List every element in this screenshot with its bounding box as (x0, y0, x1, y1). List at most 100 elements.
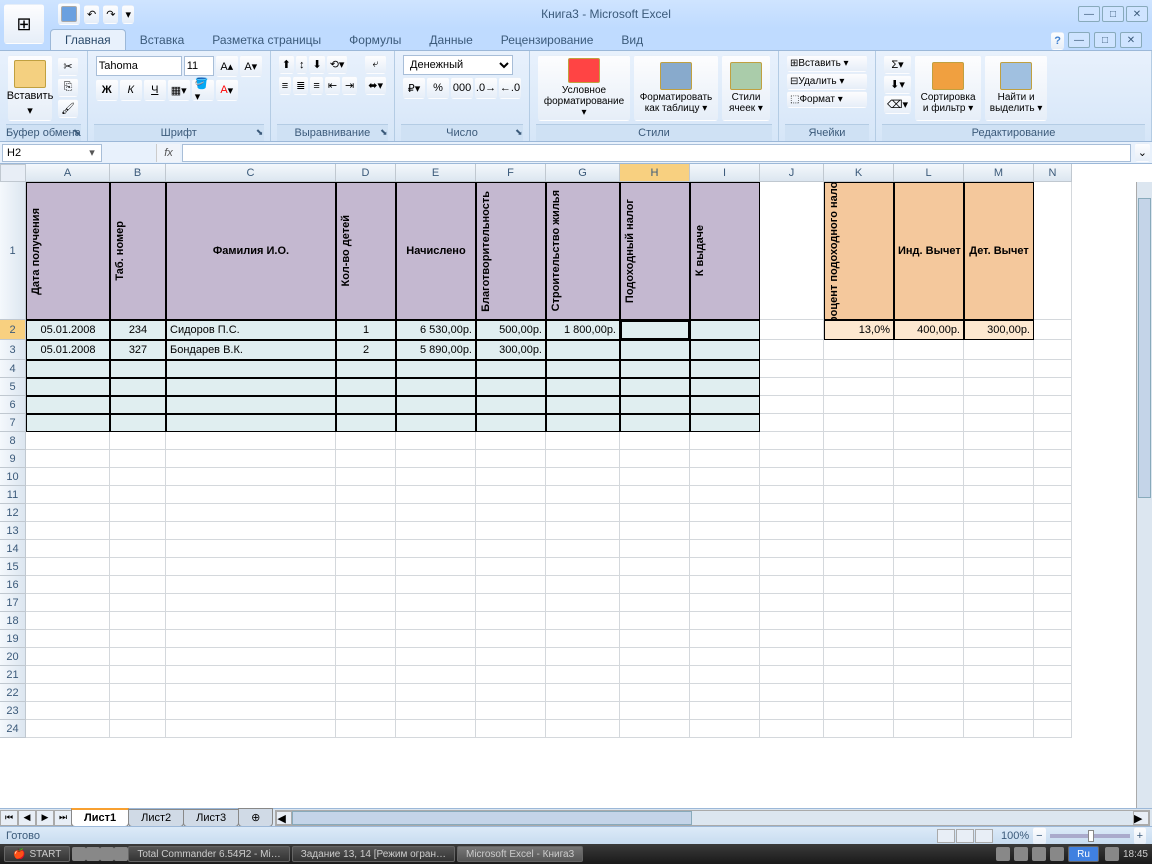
cell-C3[interactable]: Бондарев В.К. (166, 340, 336, 360)
cell-M16[interactable] (964, 576, 1034, 594)
zoom-in-button[interactable]: + (1134, 827, 1146, 845)
cell-E23[interactable] (396, 702, 476, 720)
cell-L13[interactable] (894, 522, 964, 540)
cell-M10[interactable] (964, 468, 1034, 486)
cell-A15[interactable] (26, 558, 110, 576)
cell-F22[interactable] (476, 684, 546, 702)
cell-D8[interactable] (336, 432, 396, 450)
cell-C6[interactable] (166, 396, 336, 414)
cell-A8[interactable] (26, 432, 110, 450)
cell-D7[interactable] (336, 414, 396, 432)
cell-C10[interactable] (166, 468, 336, 486)
cell-A1[interactable]: Дата получения (26, 182, 110, 320)
cell-K5[interactable] (824, 378, 894, 396)
cell-B15[interactable] (110, 558, 166, 576)
cell-J13[interactable] (760, 522, 824, 540)
cell-B21[interactable] (110, 666, 166, 684)
cell-B17[interactable] (110, 594, 166, 612)
cell-B11[interactable] (110, 486, 166, 504)
cell-F7[interactable] (476, 414, 546, 432)
cell-L18[interactable] (894, 612, 964, 630)
cell-A10[interactable] (26, 468, 110, 486)
cell-B2[interactable]: 234 (110, 320, 166, 340)
cell-G2[interactable]: 1 800,00р. (546, 320, 620, 340)
cell-I10[interactable] (690, 468, 760, 486)
cell-L5[interactable] (894, 378, 964, 396)
row-header-20[interactable]: 20 (0, 648, 26, 666)
quick-launch-icon[interactable] (114, 847, 128, 861)
format-cells-button[interactable]: ⬚ Формат ▾ (787, 91, 867, 108)
sheet-tab-1[interactable]: Лист1 (71, 808, 129, 827)
wrap-text-button[interactable]: ⤶ (365, 55, 386, 74)
cell-I3[interactable] (690, 340, 760, 360)
cell-H24[interactable] (620, 720, 690, 738)
paste-button[interactable]: Вставить ▾ (8, 55, 52, 121)
cell-E10[interactable] (396, 468, 476, 486)
cell-L8[interactable] (894, 432, 964, 450)
cell-K7[interactable] (824, 414, 894, 432)
cell-G5[interactable] (546, 378, 620, 396)
font-dialog-launcher[interactable]: ⬊ (256, 127, 268, 139)
cell-D6[interactable] (336, 396, 396, 414)
cell-J15[interactable] (760, 558, 824, 576)
row-header-17[interactable]: 17 (0, 594, 26, 612)
cell-M7[interactable] (964, 414, 1034, 432)
cell-L11[interactable] (894, 486, 964, 504)
column-header-L[interactable]: L (894, 164, 964, 182)
cell-I21[interactable] (690, 666, 760, 684)
cell-E11[interactable] (396, 486, 476, 504)
cell-B3[interactable]: 327 (110, 340, 166, 360)
cell-F8[interactable] (476, 432, 546, 450)
row-header-6[interactable]: 6 (0, 396, 26, 414)
column-header-N[interactable]: N (1034, 164, 1072, 182)
cell-G16[interactable] (546, 576, 620, 594)
cell-D1[interactable]: Кол-во детей (336, 182, 396, 320)
cell-B23[interactable] (110, 702, 166, 720)
cell-N1[interactable] (1034, 182, 1072, 320)
column-header-A[interactable]: A (26, 164, 110, 182)
grow-font-icon[interactable]: A▴ (216, 55, 238, 77)
cell-D14[interactable] (336, 540, 396, 558)
column-header-C[interactable]: C (166, 164, 336, 182)
cell-J2[interactable] (760, 320, 824, 340)
align-center-icon[interactable]: ≣ (293, 76, 308, 95)
cell-B13[interactable] (110, 522, 166, 540)
cell-F24[interactable] (476, 720, 546, 738)
cell-J10[interactable] (760, 468, 824, 486)
hscroll-left[interactable]: ◀ (276, 811, 292, 825)
cut-icon[interactable]: ✂ (58, 57, 78, 76)
cell-E19[interactable] (396, 630, 476, 648)
cell-L24[interactable] (894, 720, 964, 738)
cell-K17[interactable] (824, 594, 894, 612)
align-right-icon[interactable]: ≡ (310, 76, 322, 95)
cell-H23[interactable] (620, 702, 690, 720)
cell-C20[interactable] (166, 648, 336, 666)
taskbar-item[interactable]: Microsoft Excel - Книга3 (457, 846, 583, 862)
office-button[interactable]: ⊞ (4, 4, 44, 44)
cell-M8[interactable] (964, 432, 1034, 450)
cell-B4[interactable] (110, 360, 166, 378)
cell-I4[interactable] (690, 360, 760, 378)
cell-K16[interactable] (824, 576, 894, 594)
cell-C14[interactable] (166, 540, 336, 558)
cell-H11[interactable] (620, 486, 690, 504)
cell-H20[interactable] (620, 648, 690, 666)
undo-icon[interactable]: ↶ (84, 5, 99, 24)
cell-E5[interactable] (396, 378, 476, 396)
cell-D16[interactable] (336, 576, 396, 594)
find-select-button[interactable]: Найти и выделить ▾ (985, 55, 1047, 121)
sheet-next-button[interactable]: ▶ (36, 810, 54, 826)
cell-N16[interactable] (1034, 576, 1072, 594)
cell-F15[interactable] (476, 558, 546, 576)
cell-E2[interactable]: 6 530,00р. (396, 320, 476, 340)
cell-D15[interactable] (336, 558, 396, 576)
cell-A12[interactable] (26, 504, 110, 522)
cell-C21[interactable] (166, 666, 336, 684)
row-header-22[interactable]: 22 (0, 684, 26, 702)
cell-I14[interactable] (690, 540, 760, 558)
cell-G4[interactable] (546, 360, 620, 378)
row-header-24[interactable]: 24 (0, 720, 26, 738)
clipboard-dialog-launcher[interactable]: ⬊ (73, 127, 85, 139)
cell-B10[interactable] (110, 468, 166, 486)
row-header-7[interactable]: 7 (0, 414, 26, 432)
